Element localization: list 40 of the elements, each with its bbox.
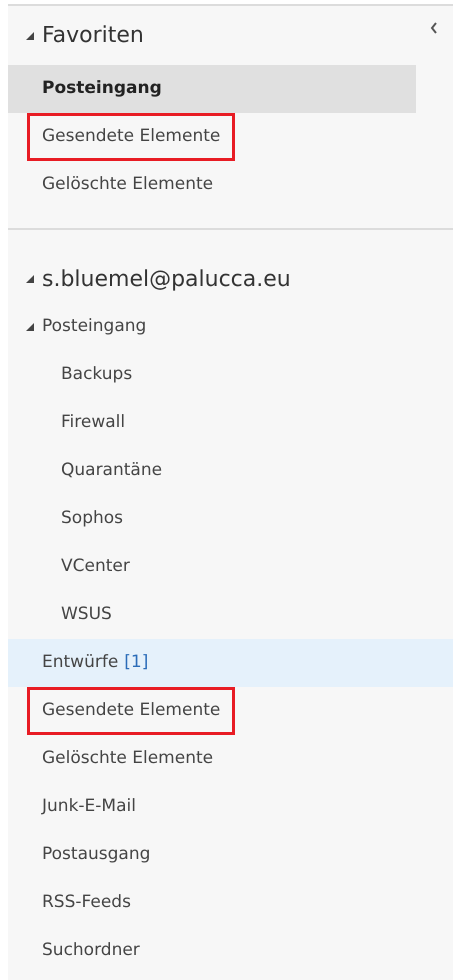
folder-item[interactable]: Suchordner: [8, 927, 453, 975]
folder-label: Suchordner: [42, 939, 140, 962]
folder-label: Posteingang: [42, 77, 162, 100]
folder-label: Gesendete Elemente: [42, 699, 220, 722]
folder-label: Gelöschte Elemente: [42, 173, 214, 196]
collapse-pane-icon[interactable]: [430, 22, 438, 34]
section-title[interactable]: Favoriten: [42, 19, 144, 52]
folder-item[interactable]: Junk-E-Mail: [8, 783, 453, 831]
folder-item[interactable]: Posteingang: [8, 65, 416, 113]
folder-item[interactable]: Gelöschte Elemente: [8, 735, 453, 783]
folder-item[interactable]: Firewall: [8, 399, 453, 447]
expanded-triangle-icon[interactable]: [25, 30, 35, 40]
folder-label: Entwürfe: [42, 651, 118, 674]
folder-label: Gelöschte Elemente: [42, 747, 214, 770]
folder-item[interactable]: Posteingang: [8, 303, 453, 351]
expanded-triangle-icon[interactable]: [25, 274, 35, 284]
expanded-triangle-icon[interactable]: [25, 322, 35, 332]
folder-item[interactable]: Backups: [8, 351, 453, 399]
folder-item[interactable]: Postausgang: [8, 831, 453, 879]
folder-item[interactable]: Sophos: [8, 495, 453, 543]
folder-label: RSS-Feeds: [42, 891, 131, 914]
folder-label: Quarantäne: [61, 459, 162, 482]
folder-label: Junk-E-Mail: [42, 795, 136, 818]
folder-item[interactable]: VCenter: [8, 543, 453, 591]
section-title[interactable]: s.bluemel@palucca.eu: [42, 262, 291, 296]
folder-item[interactable]: RSS-Feeds: [8, 879, 453, 927]
folder-item[interactable]: Quarantäne: [8, 447, 453, 495]
folder-item[interactable]: Gesendete Elemente: [8, 687, 453, 735]
folder-label: Firewall: [61, 411, 126, 434]
folder-label: Sophos: [61, 507, 124, 530]
folder-label: VCenter: [61, 555, 130, 578]
folder-label: WSUS: [61, 603, 112, 626]
folder-item[interactable]: WSUS: [8, 591, 453, 639]
folder-item[interactable]: Entwürfe [1]: [8, 639, 453, 687]
folder-label: Backups: [61, 363, 132, 386]
unread-count: [1]: [124, 651, 148, 674]
folder-label: Gesendete Elemente: [42, 125, 220, 148]
folder-label: Postausgang: [42, 843, 150, 866]
folder-label: Posteingang: [42, 315, 146, 338]
folder-item[interactable]: Gelöschte Elemente: [8, 161, 416, 209]
